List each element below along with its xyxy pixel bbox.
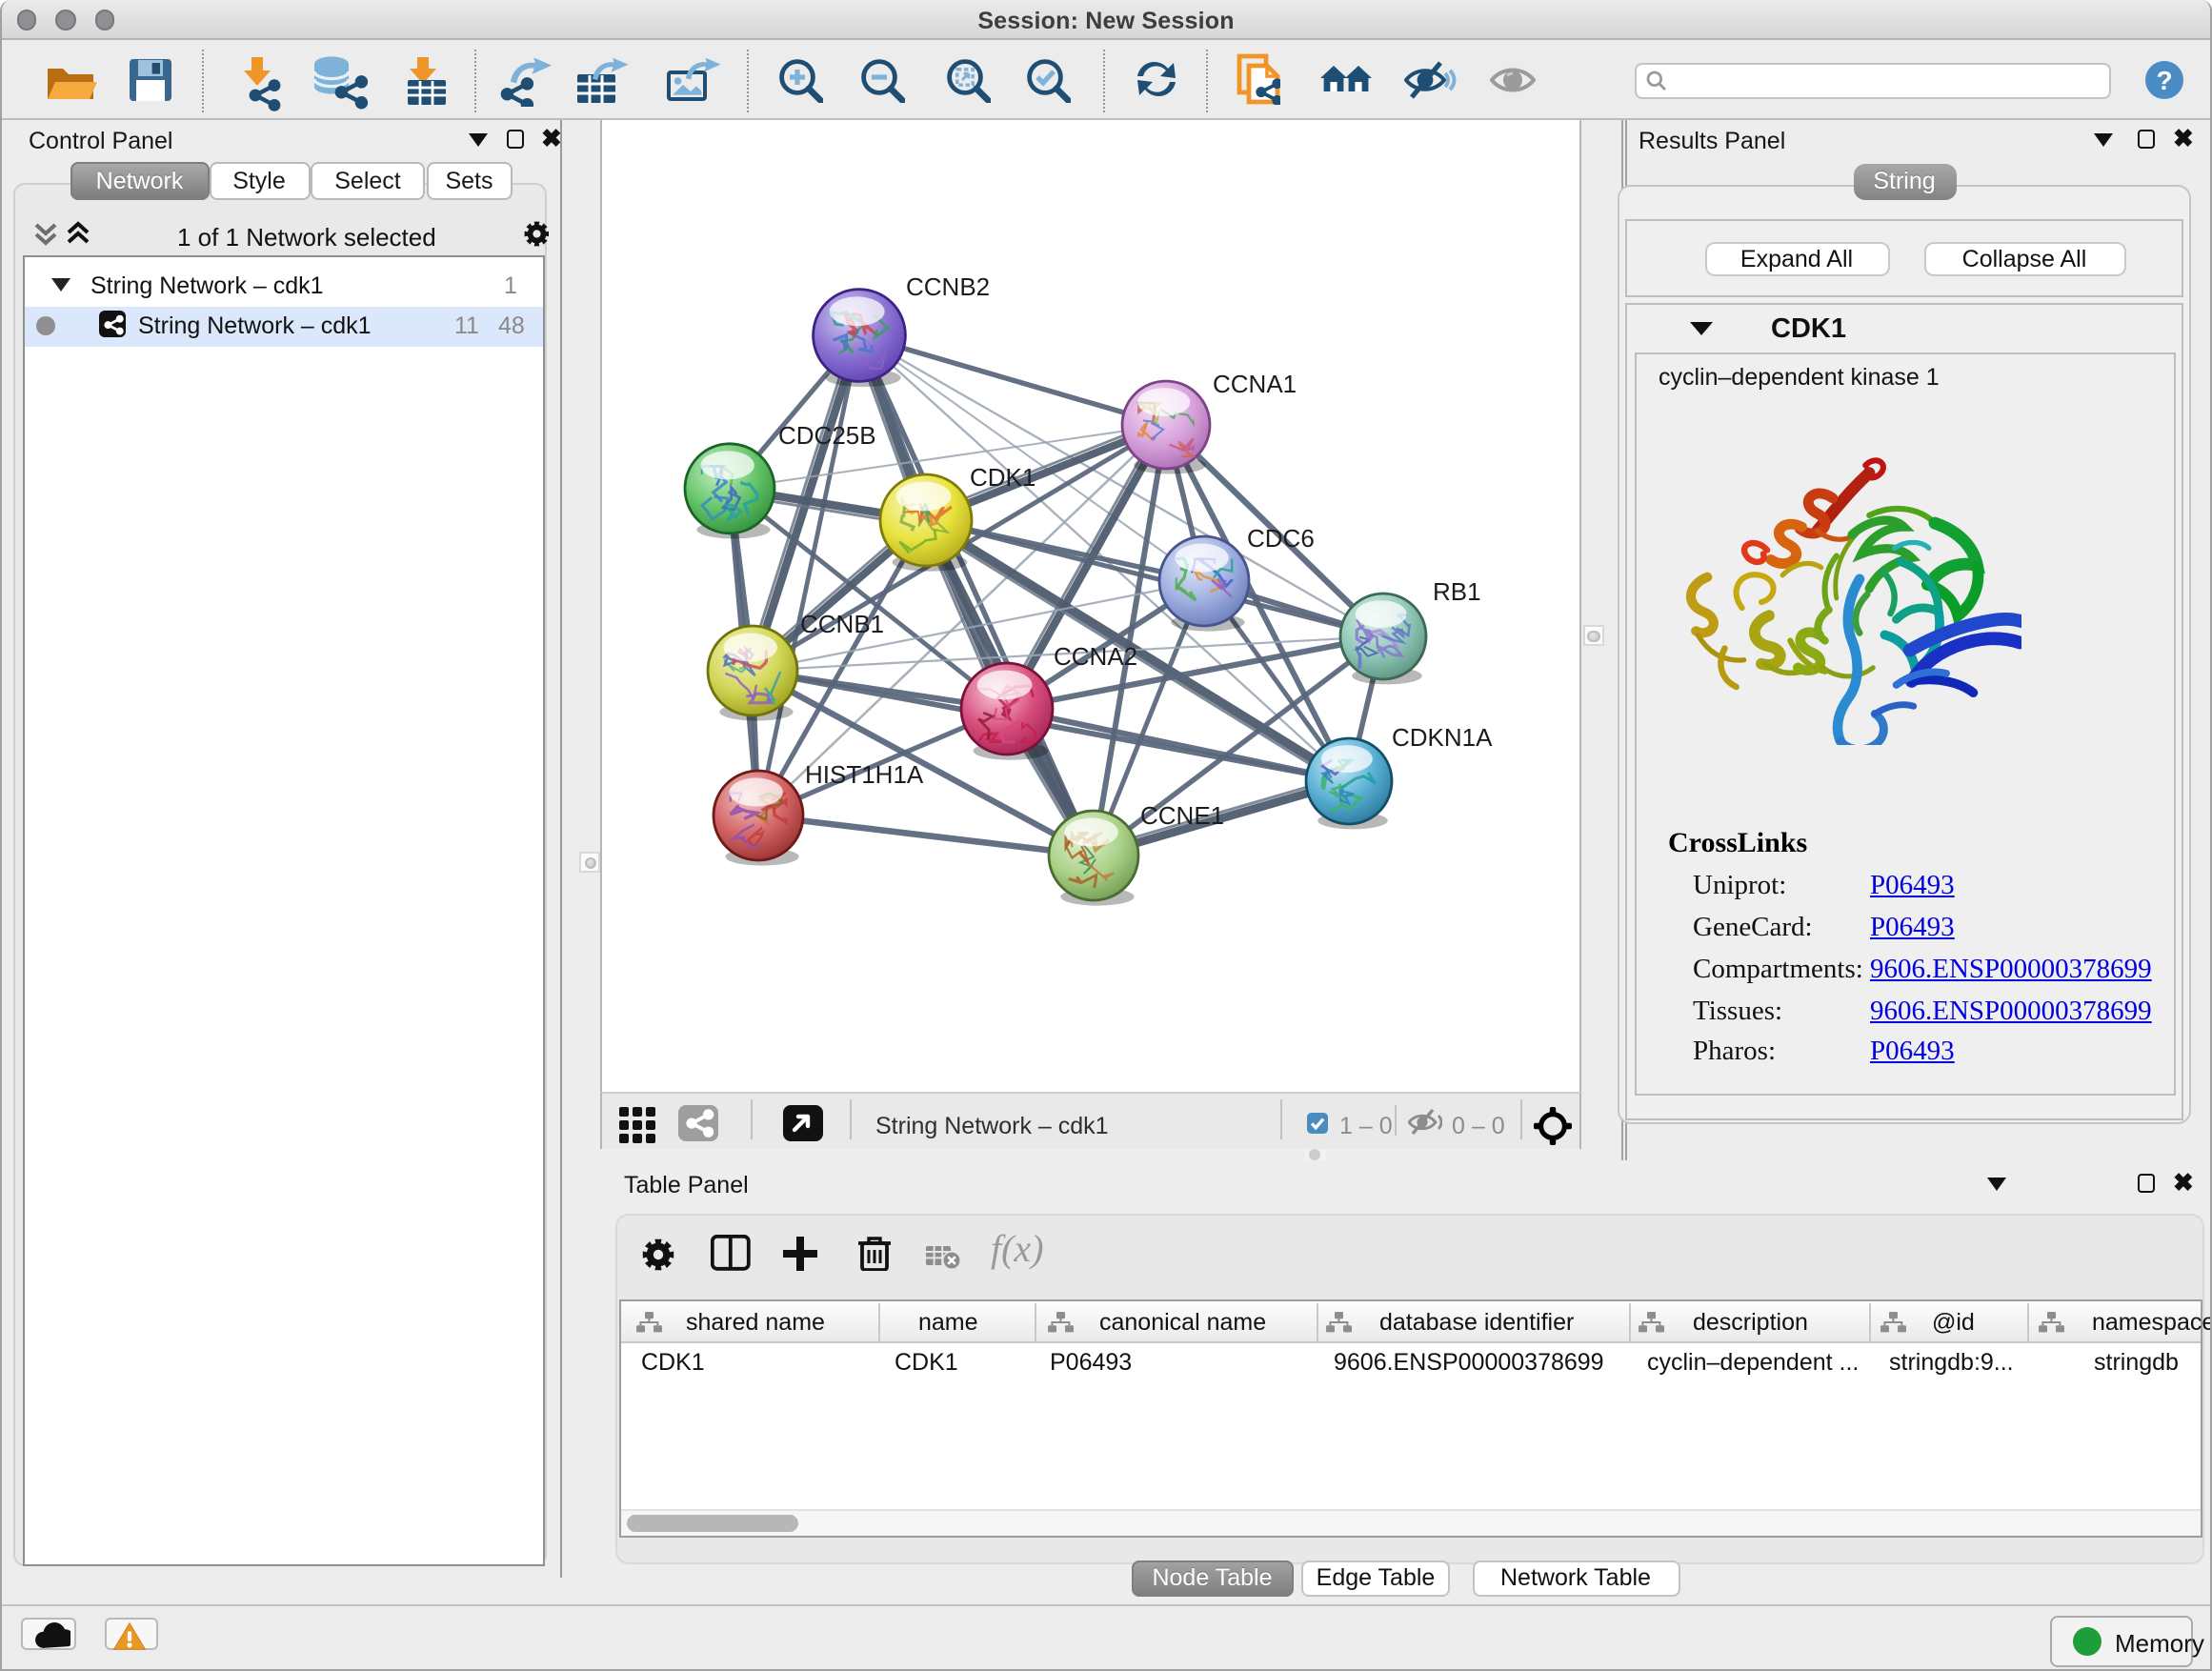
- svg-text:CCNE1: CCNE1: [1140, 801, 1224, 830]
- svg-text:CCNB1: CCNB1: [800, 610, 884, 638]
- svg-text:CDK1: CDK1: [970, 463, 1036, 492]
- svg-text:CDC6: CDC6: [1247, 524, 1315, 553]
- svg-text:RB1: RB1: [1433, 577, 1481, 606]
- svg-text:CDC25B: CDC25B: [778, 421, 876, 450]
- svg-text:CCNA2: CCNA2: [1054, 642, 1137, 671]
- svg-text:?: ?: [2156, 66, 2172, 95]
- svg-text:HIST1H1A: HIST1H1A: [805, 760, 924, 789]
- svg-text:CDKN1A: CDKN1A: [1392, 723, 1493, 752]
- svg-text:CCNB2: CCNB2: [906, 272, 990, 301]
- svg-text:CCNA1: CCNA1: [1213, 370, 1297, 398]
